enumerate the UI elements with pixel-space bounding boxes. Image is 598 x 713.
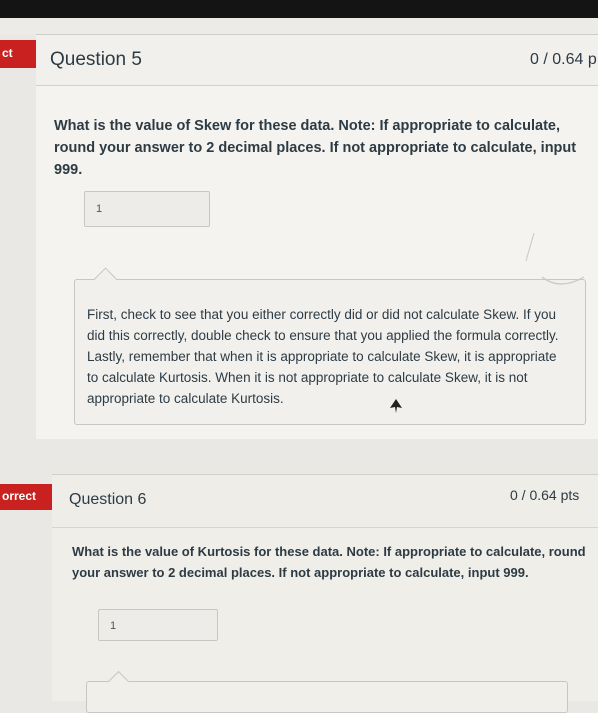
- incorrect-tab-q5: ct: [0, 40, 52, 68]
- question-5-text: What is the value of Skew for these data…: [54, 118, 577, 178]
- question-5-feedback: First, check to see that you either corr…: [74, 267, 586, 425]
- question-6-points: 0 / 0.64 pts: [510, 487, 580, 503]
- question-5-answer-value: 1: [96, 203, 103, 215]
- incorrect-tab-label-q6: orrect: [2, 489, 37, 503]
- question-6-answer-input[interactable]: 1: [98, 609, 218, 641]
- question-6-feedback: [86, 670, 568, 713]
- question-5-feedback-text: First, check to see that you either corr…: [87, 307, 559, 406]
- question-5-card: Question 5 0 / 0.64 p What is the value …: [36, 34, 598, 439]
- question-6-header: Question 6 0 / 0.64 pts: [52, 475, 598, 528]
- feedback-pointer-q6: [107, 670, 130, 693]
- question-6-answer-value: 1: [110, 620, 117, 632]
- question-5-title: Question 5: [50, 49, 142, 70]
- question-5-answer-input[interactable]: 1: [84, 191, 210, 227]
- mouse-pointer-icon: [390, 399, 402, 413]
- question-6-card: Question 6 0 / 0.64 pts What is the valu…: [52, 474, 598, 713]
- page-gap: [0, 18, 598, 34]
- incorrect-tab-q6: orrect: [0, 484, 65, 510]
- question-5-points: 0 / 0.64 p: [530, 51, 597, 68]
- question-6-text: What is the value of Kurtosis for these …: [72, 544, 586, 580]
- pen-scribble: [525, 232, 585, 285]
- top-bar: [0, 0, 598, 18]
- feedback-pointer: [93, 267, 118, 292]
- question-5-header: Question 5 0 / 0.64 p: [36, 35, 598, 86]
- question-6-title: Question 6: [69, 491, 147, 508]
- incorrect-tab-label: ct: [2, 46, 13, 60]
